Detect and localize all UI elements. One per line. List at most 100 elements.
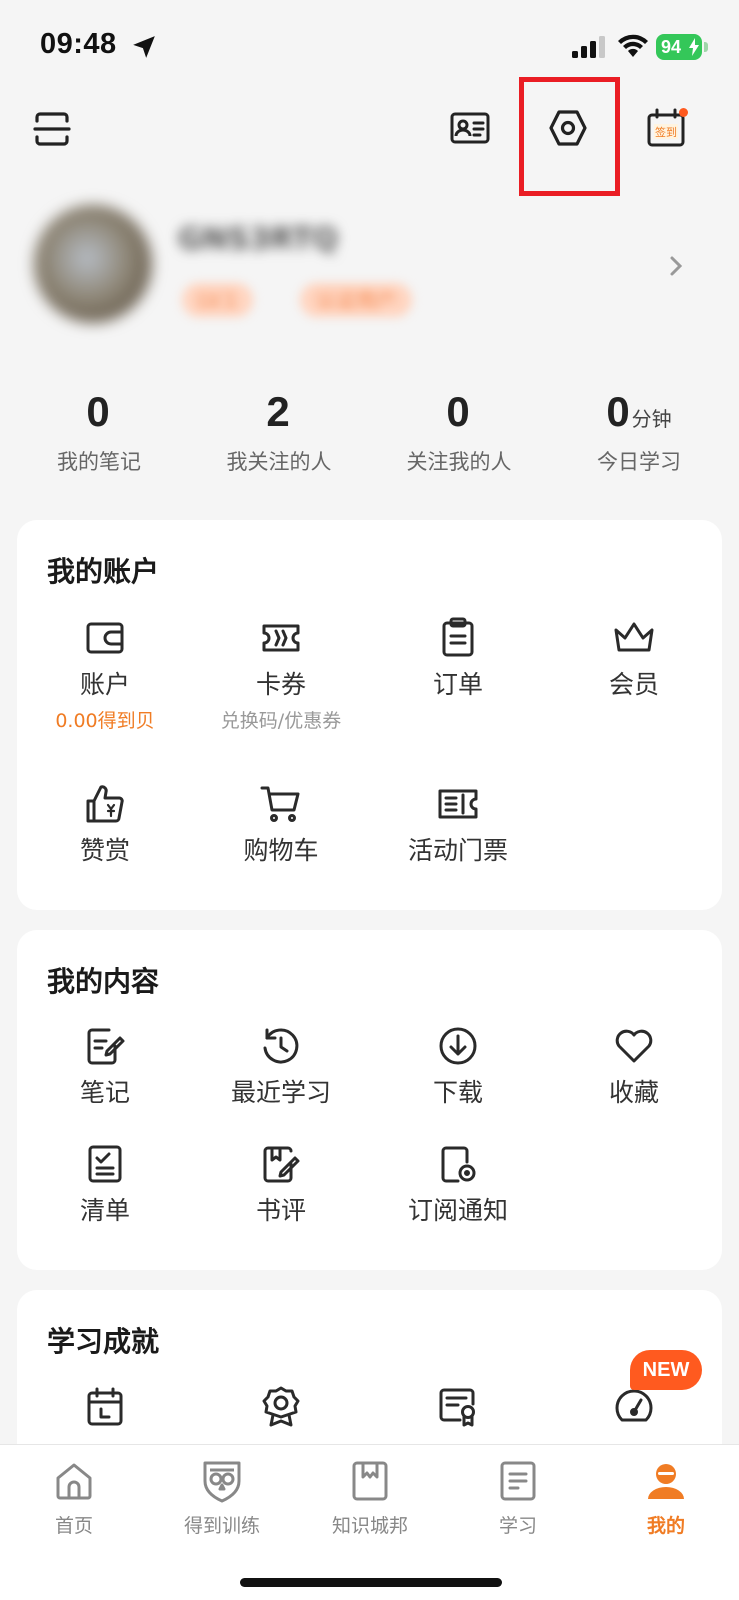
cart-icon xyxy=(260,786,300,822)
book-review-icon xyxy=(263,1146,300,1183)
account-item-orders[interactable]: 订单 xyxy=(370,616,546,700)
content-item-subscriptions[interactable]: 订阅通知 xyxy=(370,1142,546,1226)
account-card: 我的账户 账户 0.00得到贝 卡券 兑换码/优惠券 订单 会员 赞赏 购物车 … xyxy=(17,520,722,910)
battery-indicator: 94 xyxy=(656,34,702,60)
content-item-label: 下载 xyxy=(432,1078,483,1107)
subscription-bell-icon xyxy=(441,1146,476,1183)
location-arrow-icon xyxy=(133,36,155,58)
tab-label: 学习 xyxy=(498,1515,537,1537)
content-item-label: 清单 xyxy=(79,1196,130,1225)
history-icon xyxy=(263,1028,299,1064)
owl-shield-icon xyxy=(203,1461,241,1503)
avatar[interactable] xyxy=(34,205,152,323)
status-badge: 认证用户 xyxy=(300,283,412,317)
account-item-tips[interactable]: 赞赏 xyxy=(17,782,193,866)
notification-dot xyxy=(679,108,688,117)
document-icon xyxy=(500,1461,536,1501)
achievement-item-certificates[interactable] xyxy=(370,1384,546,1428)
account-item-coupons[interactable]: 卡券 兑换码/优惠券 xyxy=(193,616,369,733)
charging-bolt-icon xyxy=(689,38,699,56)
thumbs-up-icon xyxy=(86,785,124,823)
new-badge: NEW xyxy=(630,1350,702,1390)
user-icon xyxy=(648,1464,684,1499)
event-ticket-icon xyxy=(438,789,478,819)
wallet-icon xyxy=(86,622,124,654)
stat-today-study-label: 今日学习 xyxy=(597,450,681,474)
stat-today-study-value: 0 分钟 xyxy=(606,388,672,435)
medal-icon xyxy=(262,1386,300,1427)
tab-label: 知识城邦 xyxy=(331,1515,408,1537)
account-item-sub: 兑换码/优惠券 xyxy=(220,710,342,732)
tab-knowledge-city[interactable]: 知识城邦 xyxy=(296,1459,444,1538)
download-icon xyxy=(439,1027,477,1065)
content-item-lists[interactable]: 清单 xyxy=(17,1142,193,1226)
battery-level: 94 xyxy=(661,37,682,57)
account-card-title: 我的账户 xyxy=(47,555,160,588)
stat-today-study[interactable]: 0 分钟 今日学习 xyxy=(554,388,724,476)
bookmark-book-icon xyxy=(352,1461,388,1501)
home-indicator xyxy=(240,1578,502,1587)
account-balance: 0.00得到贝 xyxy=(55,710,155,732)
achievements-card-title: 学习成就 xyxy=(47,1325,160,1358)
tab-label: 首页 xyxy=(54,1515,93,1537)
speedometer-icon xyxy=(615,1389,653,1422)
tab-mine[interactable]: 我的 xyxy=(592,1459,739,1538)
status-time: 09:48 xyxy=(40,28,117,60)
content-item-label: 订阅通知 xyxy=(407,1196,508,1225)
stat-notes[interactable]: 0 我的笔记 xyxy=(14,388,184,476)
achievement-item-medals[interactable] xyxy=(193,1384,369,1428)
stat-followers[interactable]: 0 关注我的人 xyxy=(374,388,544,476)
content-item-favorites[interactable]: 收藏 xyxy=(546,1024,722,1108)
bottom-tab-bar: 首页 得到训练 知识城邦 学习 我的 xyxy=(0,1444,739,1600)
battery-cap xyxy=(704,42,708,52)
tab-training[interactable]: 得到训练 xyxy=(148,1459,296,1538)
account-item-cart[interactable]: 购物车 xyxy=(193,782,369,866)
account-item-label: 账户 xyxy=(79,670,130,699)
tab-study[interactable]: 学习 xyxy=(444,1459,592,1538)
account-item-label: 活动门票 xyxy=(407,836,508,865)
clipboard-icon xyxy=(442,617,474,657)
stat-followers-label: 关注我的人 xyxy=(406,450,512,474)
content-item-label: 书评 xyxy=(255,1196,306,1225)
account-item-label: 卡券 xyxy=(255,670,306,699)
calendar-icon xyxy=(87,1387,123,1426)
account-item-membership[interactable]: 会员 xyxy=(546,616,722,700)
content-item-recent[interactable]: 最近学习 xyxy=(193,1024,369,1108)
stat-notes-value: 0 xyxy=(86,388,110,435)
content-item-book-reviews[interactable]: 书评 xyxy=(193,1142,369,1226)
id-card-button[interactable] xyxy=(448,106,492,150)
tab-label: 我的 xyxy=(646,1515,685,1537)
certificate-icon xyxy=(439,1388,475,1427)
account-item-label: 购物车 xyxy=(243,836,319,865)
settings-highlight-box xyxy=(519,77,620,196)
content-item-label: 笔记 xyxy=(79,1078,130,1107)
heart-icon xyxy=(615,1029,653,1063)
content-item-downloads[interactable]: 下载 xyxy=(370,1024,546,1108)
signin-button[interactable]: 签到 xyxy=(643,104,691,152)
tab-home[interactable]: 首页 xyxy=(0,1459,148,1538)
achievement-item-checkin[interactable] xyxy=(17,1384,193,1428)
achievement-item-speed[interactable] xyxy=(546,1384,722,1428)
scan-icon xyxy=(33,112,71,146)
scan-button[interactable] xyxy=(28,105,76,153)
stat-following-value: 2 xyxy=(266,388,290,435)
stat-followers-value: 0 xyxy=(446,388,470,435)
stat-following[interactable]: 2 我关注的人 xyxy=(194,388,364,476)
id-card-icon xyxy=(450,112,490,144)
cellular-signal-icon xyxy=(572,36,605,58)
stat-notes-label: 我的笔记 xyxy=(57,450,141,474)
chevron-right-icon[interactable] xyxy=(668,252,686,280)
stat-following-label: 我关注的人 xyxy=(226,450,332,474)
username[interactable]: GNS3RTQ xyxy=(178,222,338,257)
account-item-wallet[interactable]: 账户 0.00得到贝 xyxy=(17,616,193,733)
content-card-title: 我的内容 xyxy=(47,965,160,998)
account-item-label: 订单 xyxy=(432,670,483,699)
home-icon xyxy=(56,1463,92,1500)
account-item-event-tickets[interactable]: 活动门票 xyxy=(370,782,546,866)
content-item-label: 最近学习 xyxy=(230,1078,331,1107)
tab-label: 得到训练 xyxy=(183,1515,260,1537)
note-edit-icon xyxy=(87,1028,125,1065)
content-card: 我的内容 笔记 最近学习 下载 收藏 清单 书评 订阅通知 xyxy=(17,930,722,1270)
content-item-notes[interactable]: 笔记 xyxy=(17,1024,193,1108)
account-item-label: 会员 xyxy=(608,670,659,699)
